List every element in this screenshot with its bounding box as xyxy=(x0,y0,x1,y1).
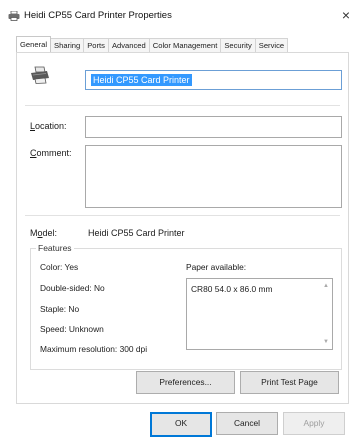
paper-available-label: Paper available: xyxy=(186,262,247,272)
location-label: Location: xyxy=(30,121,67,131)
tab-general[interactable]: General xyxy=(16,36,52,52)
feature-color: Color: Yes xyxy=(40,262,79,272)
printer-name-value: Heidi CP55 Card Printer xyxy=(91,74,192,86)
features-legend: Features xyxy=(36,243,74,253)
location-input[interactable] xyxy=(85,116,342,138)
tab-sharing[interactable]: Sharing xyxy=(50,38,85,52)
comment-label: Comment: xyxy=(30,148,72,158)
paper-available-list[interactable]: CR80 54.0 x 86.0 mm ▲ ▼ xyxy=(186,278,333,350)
feature-staple: Staple: No xyxy=(40,304,80,314)
printer-icon xyxy=(8,11,20,21)
feature-double-sided: Double-sided: No xyxy=(40,283,105,293)
tab-strip: General Sharing Ports Advanced Color Man… xyxy=(16,36,289,53)
tab-security[interactable]: Security xyxy=(220,38,256,52)
feature-speed: Speed: Unknown xyxy=(40,324,104,334)
scroll-up-icon[interactable]: ▲ xyxy=(323,283,329,289)
model-value: Heidi CP55 Card Printer xyxy=(88,228,185,238)
window-title: Heidi CP55 Card Printer Properties xyxy=(24,10,172,21)
model-label: Model: xyxy=(30,228,58,238)
tab-ports[interactable]: Ports xyxy=(83,38,109,52)
tab-advanced[interactable]: Advanced xyxy=(107,38,150,52)
cancel-button[interactable]: Cancel xyxy=(216,412,278,435)
print-test-page-button[interactable]: Print Test Page xyxy=(240,371,339,394)
feature-max-resolution: Maximum resolution: 300 dpi xyxy=(40,344,148,354)
printer-properties-window: Heidi CP55 Card Printer Properties × Gen… xyxy=(0,0,363,437)
comment-input[interactable] xyxy=(85,145,342,208)
ok-button[interactable]: OK xyxy=(150,412,212,437)
printer-large-icon xyxy=(31,66,49,84)
apply-button[interactable]: Apply xyxy=(283,412,345,435)
divider xyxy=(25,105,340,106)
title-bar: Heidi CP55 Card Printer Properties × xyxy=(0,0,363,30)
tab-color-management[interactable]: Color Management xyxy=(148,38,222,52)
divider xyxy=(25,215,340,216)
list-item[interactable]: CR80 54.0 x 86.0 mm xyxy=(191,284,272,294)
tab-service[interactable]: Service xyxy=(254,38,289,52)
printer-name-input[interactable]: Heidi CP55 Card Printer xyxy=(85,70,342,90)
scroll-down-icon[interactable]: ▼ xyxy=(323,339,329,345)
preferences-button[interactable]: Preferences... xyxy=(136,371,235,394)
close-button[interactable]: × xyxy=(329,0,363,30)
